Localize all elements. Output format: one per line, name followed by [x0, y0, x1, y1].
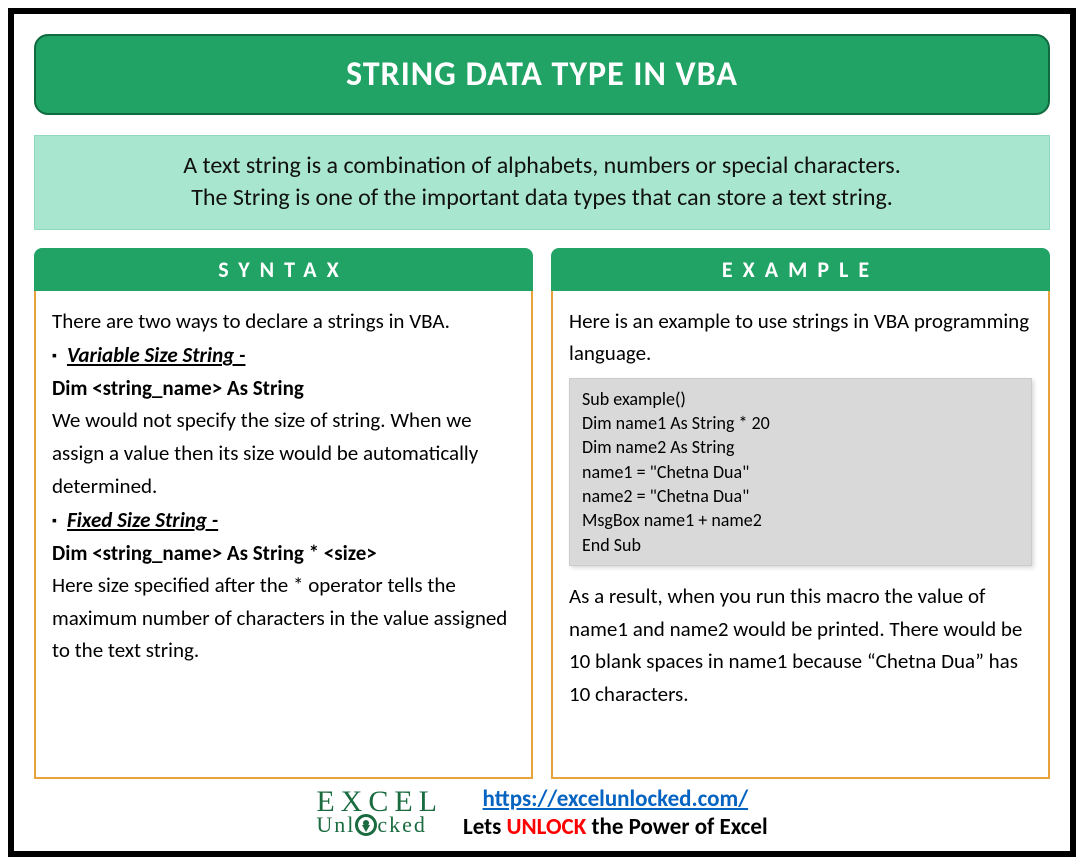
logo-line2-b: cked — [377, 812, 427, 837]
footer-link[interactable]: https://excelunlocked.com/ — [483, 785, 749, 813]
footer: EXCEL Unlcked https://excelunlocked.com/… — [34, 785, 1050, 841]
page-title: STRING DATA TYPE IN VBA — [34, 34, 1050, 115]
example-header: EXAMPLE — [551, 248, 1050, 291]
syntax-column: SYNTAX There are two ways to declare a s… — [34, 248, 533, 779]
example-code-block: Sub example() Dim name1 As String * 20 D… — [569, 378, 1032, 566]
syntax-bullet-1: ▪ Variable Size String - — [52, 339, 515, 372]
example-result: As a result, when you run this macro the… — [569, 580, 1032, 710]
syntax-item1-code: Dim <string_name> As String — [52, 372, 515, 405]
syntax-item2-title: Fixed Size String - — [67, 504, 218, 537]
syntax-item2-code: Dim <string_name> As String * <size> — [52, 537, 515, 570]
syntax-bullet-2: ▪ Fixed Size String - — [52, 504, 515, 537]
intro-box: A text string is a combination of alphab… — [34, 135, 1050, 230]
example-lead: Here is an example to use strings in VBA… — [569, 305, 1032, 370]
syntax-header: SYNTAX — [34, 248, 533, 291]
logo-line2: Unlcked — [316, 815, 443, 838]
syntax-item2-desc: Here size specified after the * operator… — [52, 569, 515, 667]
logo-line1: EXCEL — [316, 788, 443, 815]
footer-text: https://excelunlocked.com/ Lets UNLOCK t… — [463, 785, 768, 841]
example-column: EXAMPLE Here is an example to use string… — [551, 248, 1050, 779]
keyhole-icon — [355, 814, 377, 836]
bullet-icon: ▪ — [52, 345, 57, 367]
document-frame: STRING DATA TYPE IN VBA A text string is… — [8, 8, 1076, 857]
syntax-body: There are two ways to declare a strings … — [34, 291, 533, 779]
logo: EXCEL Unlcked — [316, 788, 443, 838]
footer-tagline: Lets UNLOCK the Power of Excel — [463, 813, 768, 841]
logo-line2-a: Unl — [316, 812, 355, 837]
tagline-unlock: UNLOCK — [507, 813, 587, 841]
tagline-c: the Power of Excel — [586, 813, 767, 841]
intro-line-1: A text string is a combination of alphab… — [65, 150, 1019, 182]
syntax-lead: There are two ways to declare a strings … — [52, 305, 515, 338]
bullet-icon: ▪ — [52, 510, 57, 532]
example-body: Here is an example to use strings in VBA… — [551, 291, 1050, 779]
intro-line-2: The String is one of the important data … — [65, 182, 1019, 214]
two-column-layout: SYNTAX There are two ways to declare a s… — [34, 248, 1050, 779]
tagline-a: Lets — [463, 813, 507, 841]
syntax-item1-title: Variable Size String - — [67, 339, 245, 372]
syntax-item1-desc: We would not specify the size of string.… — [52, 404, 515, 502]
